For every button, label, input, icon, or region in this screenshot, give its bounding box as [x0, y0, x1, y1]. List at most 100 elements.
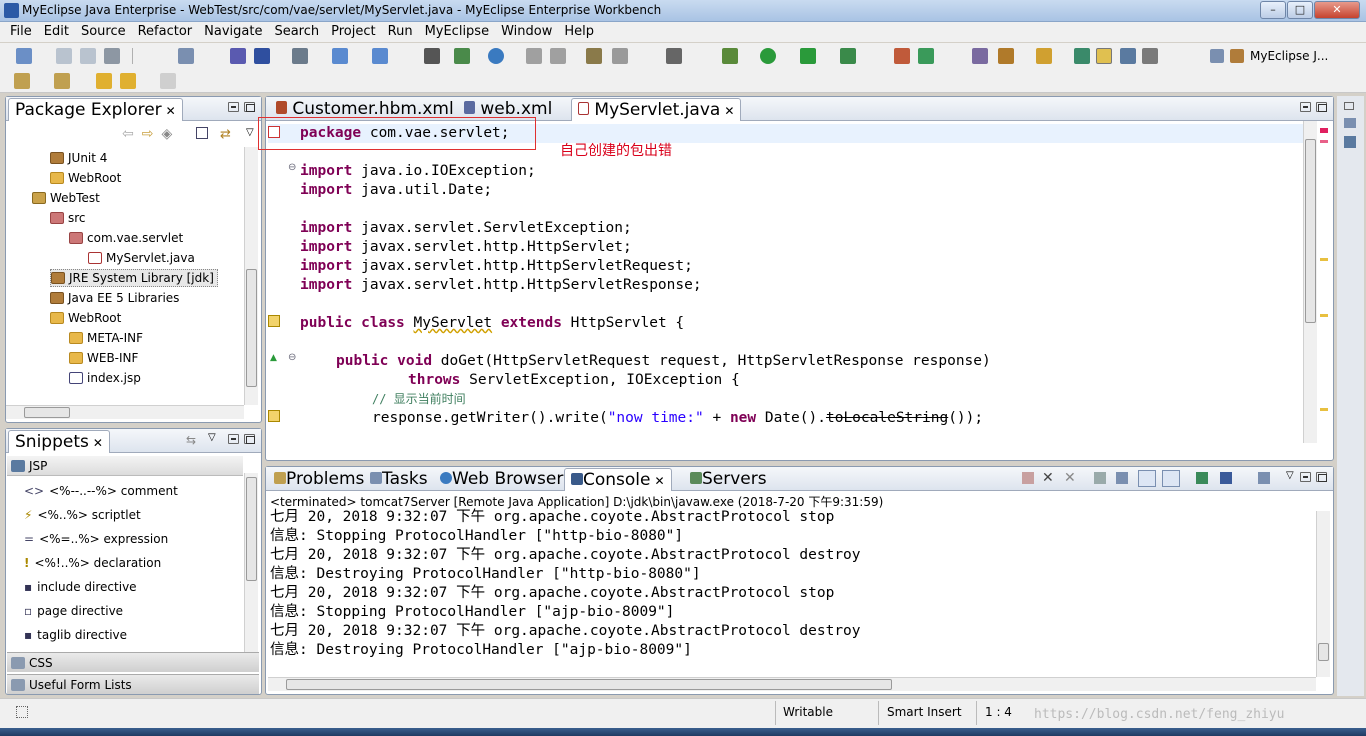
forward-history-icon[interactable]: [550, 48, 566, 64]
minimize-button[interactable]: –: [1260, 1, 1286, 19]
tree-item-webroot[interactable]: WebRoot: [50, 169, 121, 187]
explorer-horizontal-scrollbar[interactable]: [6, 405, 244, 419]
menu-window[interactable]: Window: [495, 22, 558, 42]
clear-console-icon[interactable]: [1094, 472, 1106, 484]
search-icon[interactable]: [372, 48, 388, 64]
snippet-category-css[interactable]: CSS: [7, 652, 259, 672]
snippet-expression[interactable]: = <%=..%> expression: [24, 529, 168, 549]
block-select-icon[interactable]: [1120, 48, 1136, 64]
save-icon[interactable]: [56, 48, 72, 64]
tree-item-jre[interactable]: JRE System Library [jdk]: [50, 269, 218, 287]
console-vertical-scrollbar[interactable]: [1316, 511, 1330, 677]
code-line-11[interactable]: public class MyServlet extends HttpServl…: [300, 314, 684, 333]
tab-myservlet-java[interactable]: MyServlet.java ✕: [571, 98, 742, 121]
last-edit-icon[interactable]: [96, 73, 112, 89]
snippet-declaration[interactable]: ! <%!..%> declaration: [24, 553, 161, 573]
overview-error-mark[interactable]: [1320, 140, 1328, 143]
overview-warning-mark[interactable]: [1320, 258, 1328, 261]
close-icon[interactable]: ✕: [655, 474, 665, 488]
minimize-view-icon[interactable]: [1300, 472, 1311, 482]
debug-icon[interactable]: [722, 48, 738, 64]
save-all-icon[interactable]: [80, 48, 96, 64]
perspective-label[interactable]: MyEclipse J...: [1250, 49, 1328, 63]
remove-all-icon[interactable]: ✕: [1064, 470, 1076, 486]
gear-icon[interactable]: [612, 48, 628, 64]
view-menu-icon[interactable]: ▽: [246, 127, 254, 138]
close-icon[interactable]: ✕: [93, 436, 103, 450]
open-resource-icon[interactable]: [254, 48, 270, 64]
outline-icon[interactable]: [1344, 118, 1356, 128]
code-line-16[interactable]: response.getWriter().write("now time:" +…: [372, 409, 983, 428]
remove-launch-icon[interactable]: ✕: [1042, 470, 1054, 486]
back-icon[interactable]: [120, 73, 136, 89]
scroll-thumb[interactable]: [1318, 643, 1329, 661]
code-line-3[interactable]: import java.io.IOException;: [300, 162, 536, 181]
back-history-icon[interactable]: [526, 48, 542, 64]
minimize-view-icon[interactable]: [228, 102, 239, 112]
team-icon[interactable]: [424, 48, 440, 64]
code-line-15[interactable]: // 显示当前时间: [372, 390, 466, 409]
pin-console-icon[interactable]: [1196, 472, 1208, 484]
run-icon[interactable]: [760, 48, 776, 64]
scroll-lock-icon[interactable]: [1116, 472, 1128, 484]
tree-item-javaee[interactable]: Java EE 5 Libraries: [50, 289, 179, 307]
tree-item-webroot2[interactable]: WebRoot: [50, 309, 121, 327]
previous-annotation-icon[interactable]: [54, 73, 70, 89]
snippet-comment[interactable]: <> <%--..--%> comment: [24, 481, 178, 501]
new-wizard-icon[interactable]: [178, 48, 194, 64]
tree-item-webinf[interactable]: WEB-INF: [69, 349, 138, 367]
minimize-view-icon[interactable]: [228, 434, 239, 444]
menu-search[interactable]: Search: [268, 22, 325, 42]
display-console-icon[interactable]: [1220, 472, 1232, 484]
database-icon[interactable]: [454, 48, 470, 64]
code-line-6[interactable]: import javax.servlet.ServletException;: [300, 219, 632, 238]
fold-icon[interactable]: ⊖: [288, 352, 296, 363]
tab-problems[interactable]: Problems: [268, 468, 370, 491]
show-whitespace-icon[interactable]: [1142, 48, 1158, 64]
maximize-button[interactable]: □: [1287, 1, 1313, 19]
code-line-8[interactable]: import javax.servlet.http.HttpServletReq…: [300, 257, 693, 276]
view-menu-icon[interactable]: ▽: [208, 432, 216, 443]
snippet-page[interactable]: ▫ page directive: [24, 601, 123, 621]
tab-tasks[interactable]: Tasks: [364, 468, 434, 491]
code-line-13[interactable]: public void doGet(HttpServletRequest req…: [336, 352, 991, 371]
snippets-scrollbar[interactable]: [244, 473, 258, 653]
open-perspective-icon[interactable]: [1210, 49, 1224, 63]
run-config-icon[interactable]: [800, 48, 816, 64]
open-console-icon[interactable]: [1258, 472, 1270, 484]
close-icon[interactable]: ✕: [166, 104, 176, 118]
code-line-14[interactable]: throws ServletException, IOException {: [408, 371, 740, 390]
link-with-editor-icon[interactable]: ⇄: [220, 127, 231, 142]
perspective-switcher[interactable]: MyEclipse J...: [1210, 49, 1328, 63]
restore-icon[interactable]: [1344, 102, 1354, 110]
explorer-vertical-scrollbar[interactable]: [244, 147, 258, 405]
new-package-icon[interactable]: [918, 48, 934, 64]
code-line-9[interactable]: import javax.servlet.http.HttpServletRes…: [300, 276, 702, 295]
editor-vertical-scrollbar[interactable]: [1303, 121, 1317, 443]
new-icon[interactable]: [16, 48, 32, 64]
snippet-scriptlet[interactable]: ⚡ <%..%> scriptlet: [24, 505, 141, 525]
close-icon[interactable]: ✕: [724, 104, 734, 118]
tab-servers[interactable]: Servers: [684, 468, 773, 491]
menu-file[interactable]: File: [4, 22, 38, 42]
hierarchy-icon[interactable]: [1344, 136, 1356, 148]
snippet-include[interactable]: ▪ include directive: [24, 577, 137, 597]
menu-refactor[interactable]: Refactor: [132, 22, 199, 42]
menu-project[interactable]: Project: [325, 22, 381, 42]
maximize-view-icon[interactable]: [244, 434, 255, 444]
open-perspective-icon[interactable]: [972, 48, 988, 64]
tree-item-myservlet[interactable]: MyServlet.java: [88, 249, 195, 267]
show-on-error-icon[interactable]: [1162, 470, 1180, 487]
menu-myeclipse[interactable]: MyEclipse: [419, 22, 496, 42]
open-type-icon[interactable]: [230, 48, 246, 64]
overview-warning-mark[interactable]: [1320, 314, 1328, 317]
collapse-all-icon[interactable]: [196, 127, 208, 139]
console-horizontal-scrollbar[interactable]: [268, 677, 1316, 691]
back-icon[interactable]: ⇦: [122, 126, 142, 142]
menu-navigate[interactable]: Navigate: [198, 22, 268, 42]
scroll-thumb[interactable]: [286, 679, 892, 690]
scroll-thumb[interactable]: [246, 477, 257, 581]
fold-icon[interactable]: ⊖: [288, 162, 296, 173]
warning-marker-icon[interactable]: [268, 410, 280, 422]
tree-item-junit[interactable]: JUnit 4: [50, 149, 107, 167]
